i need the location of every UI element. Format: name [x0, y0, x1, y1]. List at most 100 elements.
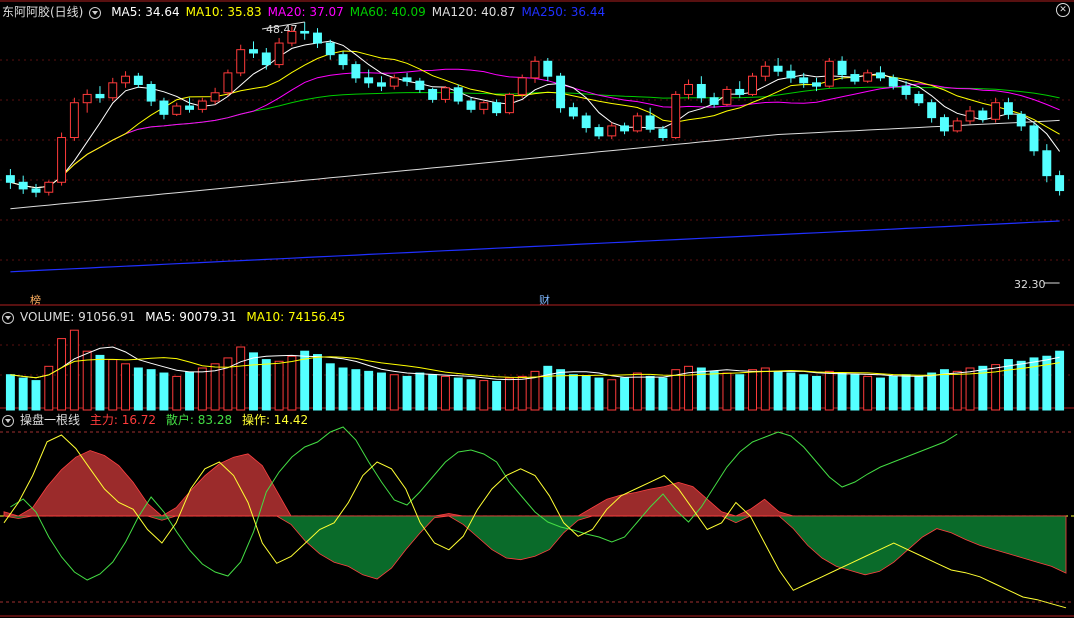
volume-bar	[313, 354, 322, 411]
candle-body	[274, 42, 284, 66]
volume-bar	[325, 363, 335, 411]
volume-bar	[760, 367, 770, 411]
volume-bar	[492, 380, 502, 411]
volume-bar	[351, 369, 361, 411]
candle-body	[159, 100, 169, 115]
volume-bar	[914, 375, 924, 411]
volume-bar	[504, 377, 514, 411]
zhuli-positive-area	[3, 450, 1066, 517]
volume-bar	[236, 346, 246, 411]
candle-body	[991, 102, 1001, 120]
candle-body	[1042, 150, 1052, 177]
candle-body	[799, 77, 809, 84]
volume-bar	[1003, 359, 1013, 411]
zhuli-negative-area	[3, 515, 1067, 580]
candle-body	[773, 65, 783, 72]
candle-body	[658, 128, 668, 139]
volume-bar	[901, 374, 911, 411]
candle-body	[453, 87, 463, 102]
volume-bar	[453, 377, 463, 411]
volume-bar	[735, 374, 745, 411]
candle-body	[594, 127, 604, 137]
candle-body	[786, 70, 796, 79]
candle-body	[389, 77, 399, 87]
volume-bar	[274, 360, 284, 411]
volume-bar	[773, 370, 783, 411]
candle-body	[850, 74, 860, 82]
candle-body	[837, 60, 847, 76]
candle-body	[1003, 102, 1013, 115]
candle-body	[607, 125, 617, 137]
candle-body	[939, 117, 949, 132]
volume-bar	[645, 375, 655, 411]
candle-body	[1029, 125, 1039, 152]
volume-bar	[18, 377, 28, 411]
candle-body	[581, 115, 591, 129]
candle-body	[632, 115, 642, 132]
candle-body	[543, 60, 553, 77]
candle-body	[722, 88, 732, 105]
candle-body	[185, 105, 194, 110]
candle-body	[863, 72, 873, 82]
volume-bar	[121, 363, 131, 411]
volume-bar	[863, 375, 873, 411]
candle-body	[300, 30, 310, 34]
volume-bar	[376, 372, 386, 411]
volume-bar	[939, 369, 949, 411]
candle-body	[709, 97, 719, 105]
volume-bar	[185, 371, 194, 411]
volume-bar	[812, 375, 821, 411]
candle-body	[684, 83, 694, 95]
candle-body	[5, 175, 15, 183]
candle-body	[517, 77, 527, 95]
candle-body	[223, 72, 233, 94]
volume-bar	[402, 375, 412, 411]
volume-bar	[440, 375, 450, 411]
candle-body	[965, 110, 975, 122]
volume-bar	[952, 370, 962, 411]
volume-bar	[249, 352, 258, 411]
sanhu-line	[10, 426, 958, 581]
volume-bar	[1055, 350, 1065, 411]
volume-bar	[568, 374, 578, 411]
volume-bar	[69, 329, 79, 411]
candle-body	[440, 87, 450, 100]
candle-body	[901, 85, 911, 95]
volume-bar	[466, 379, 476, 411]
candle-body	[748, 75, 757, 95]
candle-body	[492, 102, 502, 114]
candle-body	[504, 93, 514, 114]
chart-canvas	[0, 0, 1074, 617]
candle-body	[888, 77, 898, 87]
volume-bar	[543, 365, 553, 411]
candle-body	[696, 83, 706, 99]
candle-body	[415, 80, 425, 90]
volume-bar	[824, 370, 834, 411]
volume-bar	[172, 375, 182, 411]
candle-body	[479, 102, 489, 110]
candle-body	[261, 52, 271, 66]
candle-body	[927, 102, 937, 119]
volume-bar	[837, 372, 847, 411]
candle-body	[978, 110, 988, 120]
volume-bar	[108, 359, 118, 411]
volume-bar	[197, 367, 207, 411]
volume-bar	[581, 375, 591, 411]
candle-body	[249, 49, 258, 54]
candle-body	[1055, 175, 1065, 192]
candle-body	[146, 83, 156, 102]
candle-body	[236, 49, 246, 74]
volume-bar	[159, 372, 169, 411]
candle-body	[620, 125, 630, 132]
candle-body	[914, 93, 924, 104]
candle-body	[364, 77, 374, 84]
volume-bar	[133, 367, 143, 411]
volume-bar	[415, 372, 425, 411]
candle-body	[824, 60, 834, 87]
volume-bar	[287, 355, 297, 411]
candle-body	[812, 82, 821, 87]
candle-body	[952, 120, 962, 132]
candle-body	[735, 88, 745, 95]
candle-body	[82, 93, 92, 104]
candle-body	[287, 30, 297, 44]
